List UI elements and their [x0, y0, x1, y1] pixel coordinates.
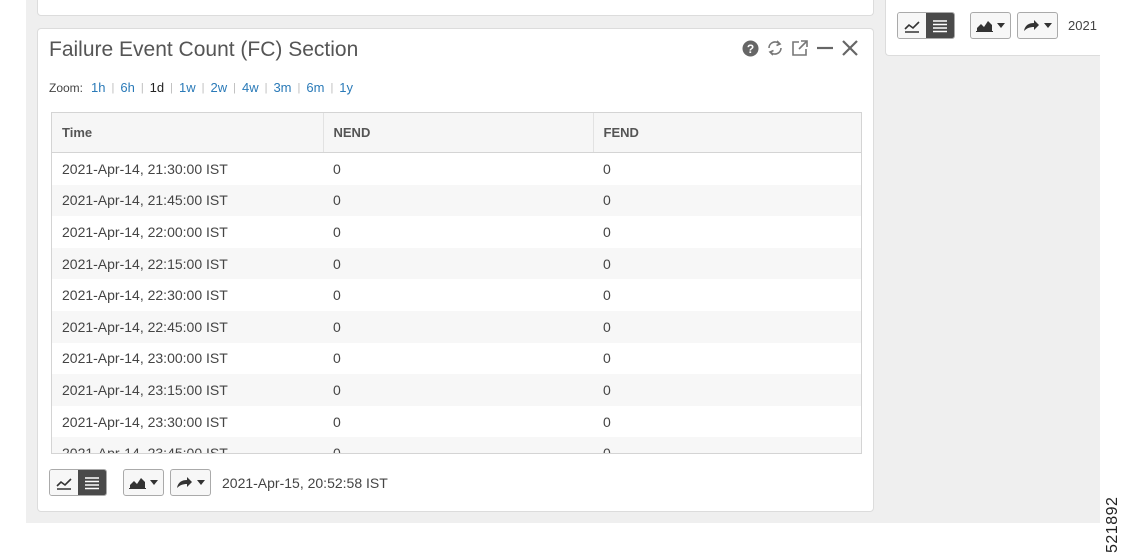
- time-cell: 2021-Apr-14, 21:30:00 IST: [62, 160, 228, 177]
- zoom-option[interactable]: 1w: [179, 80, 196, 95]
- time-cell: 2021-Apr-14, 22:30:00 IST: [62, 287, 228, 304]
- area-chart-icon: [976, 21, 993, 32]
- side-panel-footer: 2021: [897, 12, 1097, 39]
- chevron-down-icon: [197, 480, 205, 485]
- figure-id: 521892: [1104, 493, 1122, 553]
- zoom-option[interactable]: 3m: [273, 80, 291, 95]
- zoom-option[interactable]: 6m: [306, 80, 324, 95]
- panel-footer: 2021-Apr-15, 20:52:58 IST: [49, 469, 388, 496]
- share-arrow-icon: [1024, 20, 1039, 31]
- chart-type-dropdown[interactable]: [123, 469, 164, 496]
- table-row: 2021-Apr-14, 21:45:00 IST 0 0: [52, 184, 861, 217]
- table-row: 2021-Apr-14, 22:45:00 IST 0 0: [52, 310, 861, 343]
- chevron-down-icon: [1044, 23, 1052, 28]
- time-cell: 2021-Apr-14, 22:15:00 IST: [52, 247, 323, 280]
- fend-cell: 0: [603, 160, 611, 177]
- previous-panel-footer: [37, 0, 874, 16]
- nend-cell: 0: [323, 437, 593, 453]
- zoom-option[interactable]: 2w: [210, 80, 227, 95]
- zoom-option[interactable]: 1d: [150, 80, 164, 95]
- close-icon[interactable]: [841, 39, 859, 57]
- table-view-icon[interactable]: [926, 13, 954, 38]
- nend-cell: 0: [333, 160, 341, 177]
- minimize-icon[interactable]: [816, 39, 834, 57]
- time-cell: 2021-Apr-14, 23:00:00 IST: [62, 350, 228, 367]
- time-cell: 2021-Apr-14, 23:45:00 IST: [52, 437, 323, 453]
- table-row: 2021-Apr-14, 23:45:00 IST 0 0: [52, 437, 861, 453]
- data-table-scroll[interactable]: Time NEND FEND 2021-Apr-14, 21:30:00 IST…: [51, 112, 862, 454]
- time-cell: 2021-Apr-14, 22:00:00 IST: [62, 223, 228, 240]
- chevron-down-icon: [150, 480, 158, 485]
- chart-view-icon[interactable]: [50, 470, 78, 495]
- nend-cell: 0: [333, 287, 341, 304]
- column-header-fend[interactable]: FEND: [592, 113, 861, 153]
- fend-cell: 0: [603, 223, 611, 240]
- side-panel: 2021: [885, 0, 1100, 56]
- help-icon[interactable]: ?: [742, 40, 759, 57]
- nend-cell: 0: [333, 223, 341, 240]
- column-header-nend[interactable]: NEND: [322, 113, 593, 153]
- zoom-bar: Zoom: 1h | 6h | 1d | 1w | 2w | 4w | 3m |…: [49, 80, 354, 95]
- fend-cell: 0: [593, 310, 861, 343]
- view-toggle[interactable]: [897, 12, 955, 39]
- time-cell: 2021-Apr-14, 21:45:00 IST: [52, 184, 323, 217]
- svg-text:?: ?: [747, 41, 754, 55]
- zoom-option[interactable]: 1y: [339, 80, 353, 95]
- data-table: Time NEND FEND 2021-Apr-14, 21:30:00 IST…: [52, 113, 861, 453]
- column-header-time[interactable]: Time: [52, 113, 323, 153]
- side-timestamp: 2021: [1068, 18, 1097, 33]
- fend-cell: 0: [603, 350, 611, 367]
- fend-cell: 0: [593, 184, 861, 217]
- zoom-option[interactable]: 6h: [120, 80, 134, 95]
- area-chart-icon: [129, 478, 146, 489]
- figure-id-text: 521892: [1104, 496, 1121, 553]
- popout-icon[interactable]: [791, 39, 809, 57]
- chart-view-icon[interactable]: [898, 13, 926, 38]
- table-row: 2021-Apr-14, 23:30:00 IST 0 0: [52, 406, 861, 438]
- export-dropdown[interactable]: [170, 469, 211, 496]
- table-header-row: Time NEND FEND: [52, 113, 861, 153]
- nend-cell: 0: [323, 374, 593, 406]
- fend-cell: 0: [593, 374, 861, 406]
- time-cell: 2021-Apr-14, 22:45:00 IST: [52, 310, 323, 343]
- nend-cell: 0: [333, 350, 341, 367]
- table-row: 2021-Apr-14, 22:15:00 IST 0 0: [52, 247, 861, 280]
- last-updated-timestamp: 2021-Apr-15, 20:52:58 IST: [222, 474, 388, 491]
- share-arrow-icon: [177, 477, 192, 488]
- nend-cell: 0: [333, 413, 341, 430]
- fend-cell: 0: [603, 413, 611, 430]
- table-row: 2021-Apr-14, 23:15:00 IST 0 0: [52, 374, 861, 406]
- zoom-label: Zoom:: [49, 80, 84, 95]
- table-row: 2021-Apr-14, 23:00:00 IST 0 0: [52, 343, 861, 375]
- time-cell: 2021-Apr-14, 23:15:00 IST: [52, 374, 323, 406]
- panel-header-actions: ?: [742, 39, 859, 57]
- zoom-option[interactable]: 1h: [91, 80, 105, 95]
- table-view-icon[interactable]: [78, 470, 106, 495]
- export-dropdown[interactable]: [1017, 12, 1058, 39]
- fend-cell: 0: [603, 287, 611, 304]
- nend-cell: 0: [323, 247, 593, 280]
- zoom-option[interactable]: 4w: [242, 80, 259, 95]
- table-row: 2021-Apr-14, 21:30:00 IST 0 0: [52, 153, 861, 185]
- view-toggle[interactable]: [49, 469, 107, 496]
- nend-cell: 0: [323, 184, 593, 217]
- chevron-down-icon: [997, 23, 1005, 28]
- refresh-icon[interactable]: [766, 39, 784, 57]
- table-row: 2021-Apr-14, 22:00:00 IST 0 0: [52, 216, 861, 248]
- time-cell: 2021-Apr-14, 23:30:00 IST: [62, 413, 228, 430]
- fend-cell: 0: [593, 247, 861, 280]
- table-row: 2021-Apr-14, 22:30:00 IST 0 0: [52, 279, 861, 311]
- fend-cell: 0: [593, 437, 861, 453]
- chart-type-dropdown[interactable]: [970, 12, 1011, 39]
- failure-event-count-panel: Failure Event Count (FC) Section ? Zoom:…: [37, 28, 874, 512]
- panel-title: Failure Event Count (FC) Section: [49, 38, 359, 61]
- nend-cell: 0: [323, 310, 593, 343]
